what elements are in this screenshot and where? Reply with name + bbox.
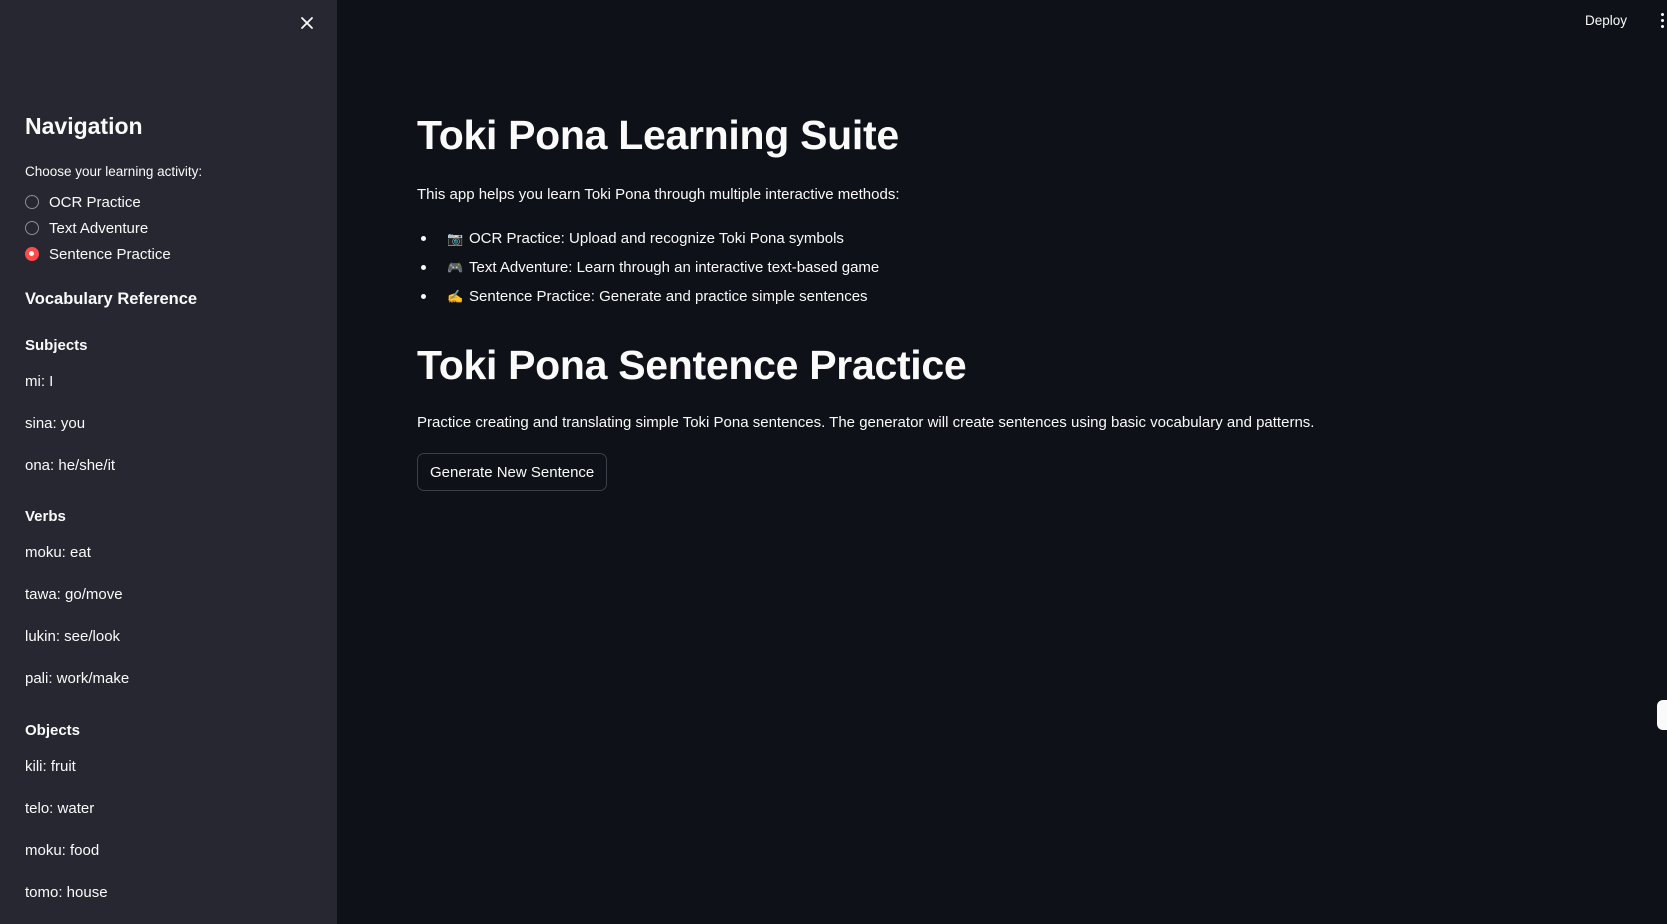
section-title: Toki Pona Sentence Practice	[417, 342, 967, 388]
kebab-menu-icon[interactable]	[1661, 13, 1667, 29]
feature-text: OCR Practice: Upload and recognize Toki …	[469, 230, 844, 247]
list-item: 🎮 Text Adventure: Learn through an inter…	[417, 253, 879, 282]
vocab-item: tomo: house	[25, 884, 108, 901]
feature-text: Text Adventure: Learn through an interac…	[469, 259, 880, 276]
sidebar: Navigation Choose your learning activity…	[0, 0, 337, 924]
radio-option-label: Text Adventure	[49, 219, 149, 237]
page-title: Toki Pona Learning Suite	[417, 112, 899, 158]
feature-list: 📷 OCR Practice: Upload and recognize Tok…	[417, 224, 879, 311]
vocab-section-objects: Objects kili: fruit telo: water moku: fo…	[25, 722, 108, 924]
section-heading: Subjects	[25, 337, 88, 354]
vocab-item: sina: you	[25, 415, 86, 432]
radio-option-sentence-practice[interactable]: Sentence Practice	[25, 241, 171, 267]
description-text: Practice creating and translating simple…	[417, 414, 1315, 431]
activity-radio-group: OCR Practice Text Adventure Sentence Pra…	[25, 189, 171, 267]
radio-option-label: OCR Practice	[49, 193, 141, 211]
section-heading: Objects	[25, 722, 81, 739]
radio-option-ocr-practice[interactable]: OCR Practice	[25, 189, 171, 215]
close-icon[interactable]	[296, 12, 318, 34]
radio-button-selected[interactable]	[25, 247, 39, 261]
main-content: Deploy Toki Pona Learning Suite This app…	[337, 0, 1667, 924]
vocabulary-reference-title: Vocabulary Reference	[25, 290, 198, 308]
vocab-item: moku: eat	[25, 544, 91, 561]
vocab-item: mi: I	[25, 373, 54, 390]
vocab-item: ona: he/she/it	[25, 457, 116, 474]
radio-option-text-adventure[interactable]: Text Adventure	[25, 215, 171, 241]
side-handle[interactable]	[1657, 700, 1667, 730]
radio-option-label: Sentence Practice	[49, 245, 171, 263]
vocab-item: lukin: see/look	[25, 628, 121, 645]
game-controller-icon: 🎮	[447, 259, 464, 275]
sidebar-title: Navigation	[25, 113, 143, 139]
activity-radio-label: Choose your learning activity:	[25, 164, 203, 179]
list-item: ✍️ Sentence Practice: Generate and pract…	[417, 282, 879, 311]
radio-button[interactable]	[25, 195, 39, 209]
list-item: 📷 OCR Practice: Upload and recognize Tok…	[417, 224, 879, 253]
vocab-section-subjects: Subjects mi: I sina: you ona: he/she/it	[25, 337, 115, 499]
section-heading: Verbs	[25, 508, 66, 525]
app: Navigation Choose your learning activity…	[0, 0, 1667, 924]
radio-button[interactable]	[25, 221, 39, 235]
intro-text: This app helps you learn Toki Pona throu…	[417, 186, 900, 203]
vocab-item: moku: food	[25, 842, 100, 859]
vocab-item: telo: water	[25, 800, 95, 817]
generate-sentence-button[interactable]: Generate New Sentence	[417, 453, 608, 491]
vocab-item: kili: fruit	[25, 758, 76, 775]
vocab-item: tawa: go/move	[25, 586, 123, 603]
feature-text: Sentence Practice: Generate and practice…	[469, 288, 868, 305]
writing-hand-icon: ✍️	[447, 288, 464, 304]
vocab-section-verbs: Verbs moku: eat tawa: go/move lukin: see…	[25, 508, 129, 712]
camera-icon: 📷	[447, 230, 464, 246]
deploy-button[interactable]: Deploy	[1585, 13, 1627, 28]
vocab-item: pali: work/make	[25, 670, 130, 687]
